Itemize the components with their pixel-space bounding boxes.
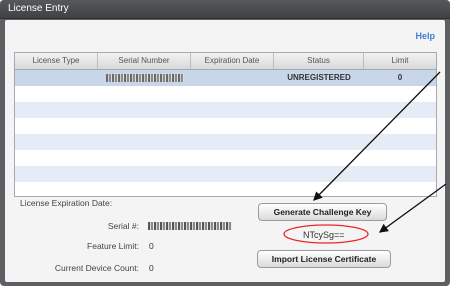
license-table: License Type Serial Number Expiration Da… [14,52,437,197]
column-status[interactable]: Status [274,53,364,69]
expiration-date-label: License Expiration Date: [20,198,113,208]
feature-limit-value: 0 [149,241,154,251]
empty-table-row [15,118,436,134]
title-bar[interactable]: License Entry [0,0,450,19]
serial-number-label: Serial #: [107,221,139,231]
table-header: License Type Serial Number Expiration Da… [15,53,436,70]
empty-table-row [15,134,436,150]
device-count-value: 0 [149,263,154,273]
empty-table-row [15,150,436,166]
empty-table-row [15,182,436,198]
empty-table-row [15,166,436,182]
column-expiration-date[interactable]: Expiration Date [191,53,274,69]
window-title: License Entry [8,3,69,14]
cell-expiration-date [191,70,274,86]
device-count-label: Current Device Count: [54,263,139,273]
generate-challenge-key-button[interactable]: Generate Challenge Key [258,203,387,221]
feature-limit-label: Feature Limit: [87,241,139,251]
cell-limit: 0 [397,73,403,82]
license-entry-window: License Entry Help License Type Serial N… [0,0,450,286]
column-license-type[interactable]: License Type [15,53,98,69]
cell-serial-number [98,70,191,86]
challenge-key-value: NTcySg== [303,230,345,240]
column-limit[interactable]: Limit [364,53,436,69]
empty-table-row [15,102,436,118]
redacted-serial-value [148,222,232,230]
import-license-certificate-button[interactable]: Import License Certificate [257,250,391,268]
cell-status: UNREGISTERED [287,73,351,82]
table-row[interactable]: UNREGISTERED 0 [15,70,436,86]
redacted-serial-number [105,74,184,82]
help-link[interactable]: Help [415,31,435,41]
empty-table-row [15,86,436,102]
cell-license-type [15,70,98,86]
column-serial-number[interactable]: Serial Number [98,53,191,69]
